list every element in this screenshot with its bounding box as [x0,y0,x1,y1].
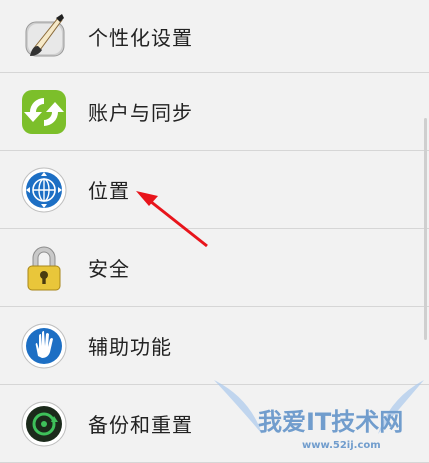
watermark-title: 我爱IT技术网 [258,408,403,436]
watermark-url: www.52ij.com [302,440,381,451]
watermark-logo: 我爱IT技术网 www.52ij.com [214,380,424,451]
